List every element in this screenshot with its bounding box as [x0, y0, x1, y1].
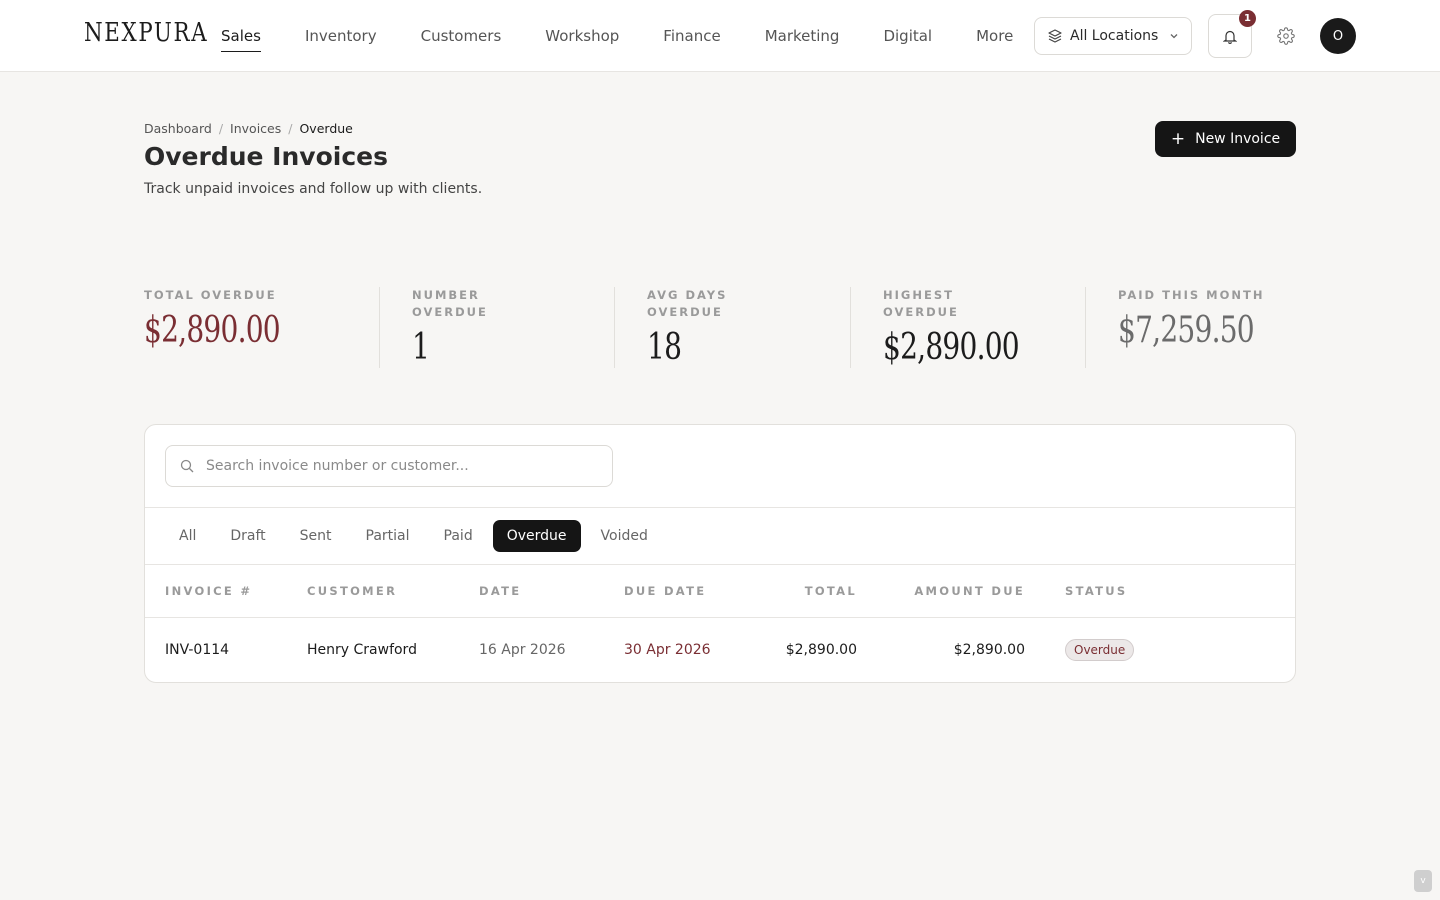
- stat-label: Highest Overdue: [883, 288, 959, 319]
- column-header-amount-due[interactable]: Amount Due: [875, 584, 1025, 598]
- stat-divider: [379, 287, 380, 368]
- new-invoice-button[interactable]: + New Invoice: [1155, 121, 1296, 157]
- tab-overdue[interactable]: Overdue: [492, 520, 581, 552]
- breadcrumb-invoices[interactable]: Invoices: [230, 121, 281, 136]
- stat-divider: [850, 287, 851, 368]
- location-label: All Locations: [1070, 28, 1159, 44]
- cell-total: $2,890.00: [785, 642, 857, 658]
- search-icon: [180, 459, 194, 473]
- column-header-invoice[interactable]: Invoice #: [165, 584, 252, 598]
- tab-draft[interactable]: Draft: [216, 520, 279, 552]
- stat-number-overdue: Number Overdue 1: [412, 287, 512, 368]
- stat-divider: [1085, 287, 1086, 368]
- nav-item-digital[interactable]: Digital: [883, 0, 932, 72]
- nav-item-marketing[interactable]: Marketing: [765, 0, 840, 72]
- column-header-date[interactable]: Date: [479, 584, 521, 598]
- cell-due-date: 30 Apr 2026: [624, 642, 711, 658]
- stat-value: $7,259.50: [1118, 310, 1255, 351]
- stat-label: Number Overdue: [412, 288, 488, 319]
- nav-item-workshop[interactable]: Workshop: [545, 0, 619, 72]
- breadcrumb-current: Overdue: [299, 121, 353, 136]
- nav-item-more[interactable]: More: [976, 0, 1013, 72]
- stat-avg-days-overdue: Avg Days Overdue 18: [647, 287, 757, 368]
- tab-sent[interactable]: Sent: [286, 520, 346, 552]
- stat-value: $2,890.00: [144, 310, 281, 351]
- tab-voided[interactable]: Voided: [587, 520, 662, 552]
- settings-button[interactable]: [1274, 24, 1298, 48]
- status-tabs: All Draft Sent Partial Paid Overdue Void…: [165, 520, 668, 552]
- invoices-card: All Draft Sent Partial Paid Overdue Void…: [144, 424, 1296, 683]
- plus-icon: +: [1170, 128, 1186, 149]
- nav-item-finance[interactable]: Finance: [663, 0, 720, 72]
- stat-value: $2,890.00: [883, 327, 1020, 368]
- stat-label: Total Overdue: [144, 288, 277, 302]
- location-selector[interactable]: All Locations: [1034, 17, 1192, 55]
- search-input[interactable]: [206, 458, 586, 474]
- status-badge: Overdue: [1065, 639, 1135, 661]
- stat-value: 18: [647, 327, 682, 368]
- breadcrumb-dashboard[interactable]: Dashboard: [144, 121, 212, 136]
- stat-label: Avg Days Overdue: [647, 288, 728, 319]
- divider: [145, 507, 1295, 508]
- chevron-down-icon: [1170, 34, 1178, 39]
- search-box[interactable]: [165, 445, 613, 487]
- stat-divider: [614, 287, 615, 368]
- corner-toggle-button[interactable]: v: [1414, 870, 1432, 892]
- column-header-customer[interactable]: Customer: [307, 584, 397, 598]
- cell-customer: Henry Crawford: [307, 642, 417, 658]
- user-avatar[interactable]: O: [1320, 18, 1356, 54]
- breadcrumb: Dashboard / Invoices / Overdue: [144, 121, 353, 136]
- stat-highest-overdue: Highest Overdue $2,890.00: [883, 287, 1020, 368]
- new-invoice-label: New Invoice: [1195, 131, 1281, 147]
- nav-item-customers[interactable]: Customers: [421, 0, 502, 72]
- main-nav: Sales Inventory Customers Workshop Finan…: [221, 0, 1057, 72]
- column-header-due-date[interactable]: Due Date: [624, 584, 706, 598]
- gear-icon: [1277, 27, 1295, 45]
- tab-paid[interactable]: Paid: [430, 520, 487, 552]
- breadcrumb-separator: /: [218, 121, 224, 136]
- top-navbar: NEXPURA Sales Inventory Customers Worksh…: [0, 0, 1440, 72]
- divider: [145, 617, 1295, 618]
- divider: [145, 564, 1295, 565]
- notification-count-badge: 1: [1239, 10, 1256, 27]
- cell-invoice-number[interactable]: INV-0114: [165, 642, 229, 658]
- tab-all[interactable]: All: [165, 520, 210, 552]
- brand-logo[interactable]: NEXPURA: [84, 18, 208, 48]
- cell-date: 16 Apr 2026: [479, 642, 566, 658]
- tab-partial[interactable]: Partial: [352, 520, 424, 552]
- page-title: Overdue Invoices: [144, 142, 388, 171]
- breadcrumb-separator: /: [288, 121, 293, 136]
- page-subtitle: Track unpaid invoices and follow up with…: [144, 181, 483, 197]
- stat-value: 1: [412, 327, 430, 368]
- stat-label: Paid This Month: [1118, 288, 1265, 302]
- cell-amount-due: $2,890.00: [953, 642, 1025, 658]
- bell-icon: [1223, 30, 1237, 44]
- nav-item-inventory[interactable]: Inventory: [305, 0, 377, 72]
- column-header-total[interactable]: Total: [757, 584, 857, 598]
- column-header-status[interactable]: Status: [1065, 584, 1128, 598]
- nav-item-sales[interactable]: Sales: [221, 0, 261, 72]
- stat-paid-this-month: Paid This Month $7,259.50: [1118, 287, 1296, 351]
- stat-total-overdue: Total Overdue $2,890.00: [144, 287, 344, 351]
- layers-icon: [1048, 29, 1062, 43]
